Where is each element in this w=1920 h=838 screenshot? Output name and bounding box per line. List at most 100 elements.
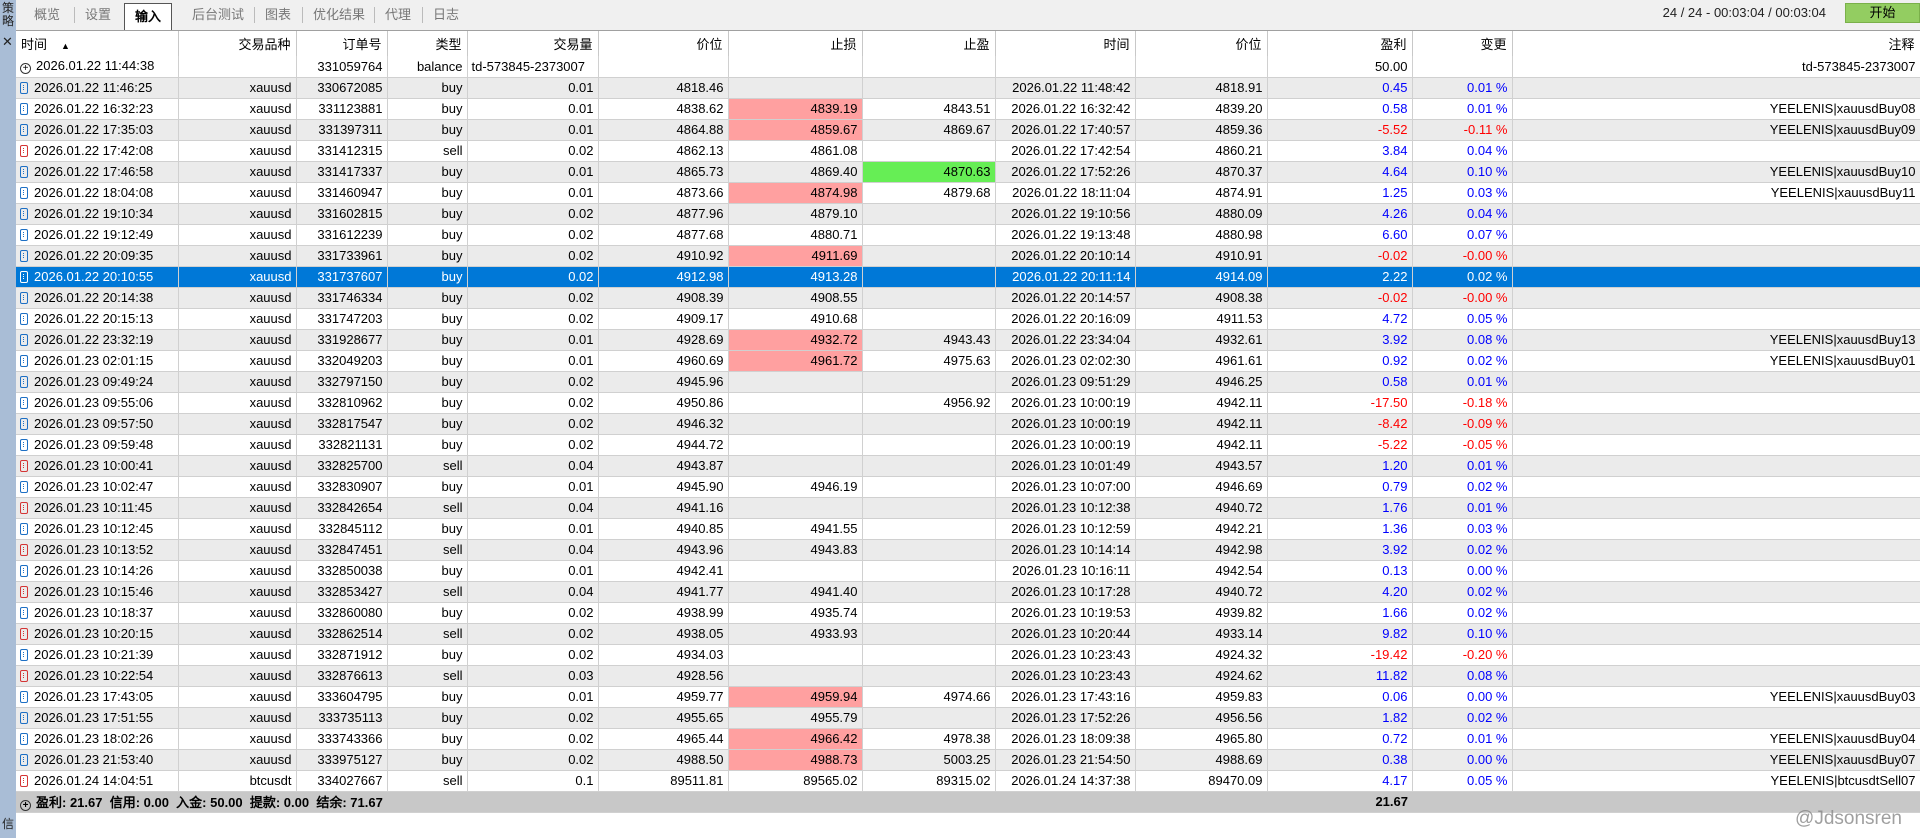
volume-cell: 0.04	[467, 581, 599, 603]
trade-row[interactable]: 2026.01.23 10:21:39 xauusd 332871912 buy 0.0…	[16, 644, 1920, 666]
expand-plus-icon[interactable]: +	[20, 800, 31, 811]
tab-6[interactable]: 代理	[374, 7, 421, 23]
trade-row[interactable]: 2026.01.23 02:01:15 xauusd 332049203 buy 0.0…	[16, 350, 1920, 372]
time-cell: 2026.01.23 10:12:45	[16, 518, 179, 540]
open-price-cell: 4877.68	[598, 224, 729, 246]
profit-cell: 0.92	[1267, 350, 1413, 372]
trade-row[interactable]: 2026.01.23 09:57:50 xauusd 332817547 buy 0.0…	[16, 413, 1920, 435]
close-price-cell: 4860.21	[1135, 140, 1268, 162]
trade-row[interactable]: 2026.01.23 09:49:24 xauusd 332797150 buy 0.0…	[16, 371, 1920, 393]
time-cell: 2026.01.22 17:42:08	[16, 140, 179, 162]
trade-row[interactable]: 2026.01.23 10:00:41 xauusd 332825700 sell 0.…	[16, 455, 1920, 477]
column-header-12[interactable]: 注释	[1512, 31, 1920, 56]
column-header-7[interactable]: 止盈	[862, 31, 996, 56]
profit-cell: 3.92	[1267, 539, 1413, 561]
buy-order-icon	[20, 124, 28, 136]
symbol-cell: xauusd	[178, 161, 297, 183]
change-cell: -0.05 %	[1412, 434, 1513, 456]
open-price-cell: 4959.77	[598, 686, 729, 708]
trade-row[interactable]: 2026.01.22 20:10:55 xauusd 331737607 buy 0.0…	[16, 266, 1920, 288]
trade-row[interactable]: 2026.01.23 10:14:26 xauusd 332850038 buy 0.0…	[16, 560, 1920, 582]
type-cell: sell	[387, 539, 468, 561]
comment-cell	[1512, 392, 1920, 414]
expand-plus-icon[interactable]: +	[20, 63, 31, 75]
column-header-3[interactable]: 类型	[387, 31, 468, 56]
tab-2[interactable]: 输入	[124, 3, 173, 30]
time-text: 2026.01.23 10:14:26	[34, 563, 154, 578]
symbol-cell: xauusd	[178, 98, 297, 120]
column-header-label: 止损	[830, 37, 857, 52]
close-time-cell: 2026.01.23 10:19:53	[995, 602, 1136, 624]
tab-4[interactable]: 图表	[254, 7, 301, 23]
change-cell: 0.03 %	[1412, 182, 1513, 204]
trade-row[interactable]: 2026.01.22 11:46:25 xauusd 330672085 buy 0.0…	[16, 77, 1920, 99]
trade-row[interactable]: 2026.01.23 21:53:40 xauusd 333975127 buy 0.0…	[16, 749, 1920, 771]
profit-cell: 4.20	[1267, 581, 1413, 603]
column-header-label: 时间	[1103, 37, 1130, 52]
close-icon[interactable]: ✕	[2, 34, 13, 50]
order-cell: 332830907	[296, 476, 388, 498]
column-header-4[interactable]: 交易量	[467, 31, 599, 56]
trade-row[interactable]: 2026.01.22 20:14:38 xauusd 331746334 buy 0.0…	[16, 287, 1920, 309]
column-header-11[interactable]: 变更	[1412, 31, 1513, 56]
trade-row[interactable]: 2026.01.23 10:13:52 xauusd 332847451 sell 0.…	[16, 539, 1920, 561]
trade-row[interactable]: 2026.01.22 17:46:58 xauusd 331417337 buy 0.0…	[16, 161, 1920, 183]
trade-row[interactable]: 2026.01.23 10:12:45 xauusd 332845112 buy 0.0…	[16, 518, 1920, 540]
column-header-5[interactable]: 价位	[598, 31, 729, 56]
trade-row[interactable]: 2026.01.22 19:10:34 xauusd 331602815 buy 0.0…	[16, 203, 1920, 225]
trade-row[interactable]: 2026.01.23 10:22:54 xauusd 332876613 sell 0.…	[16, 665, 1920, 687]
open-price-cell: 4864.88	[598, 119, 729, 141]
tab-7[interactable]: 日志	[422, 7, 469, 23]
tab-5[interactable]: 优化结果	[302, 7, 375, 23]
balance-row[interactable]: +2026.01.22 11:44:38 331059764 balance td-5…	[16, 56, 1920, 78]
volume-cell: 0.01	[467, 476, 599, 498]
time-text: 2026.01.23 09:57:50	[34, 416, 154, 431]
time-text: 2026.01.22 17:42:08	[34, 143, 154, 158]
take-profit-cell: 4943.43	[862, 329, 996, 351]
trade-row[interactable]: 2026.01.23 10:20:15 xauusd 332862514 sell 0.…	[16, 623, 1920, 645]
column-header-9[interactable]: 价位	[1135, 31, 1268, 56]
tab-3[interactable]: 后台测试	[182, 4, 254, 26]
column-header-0[interactable]: 时间 ▲	[16, 31, 179, 56]
trade-row[interactable]: 2026.01.22 20:09:35 xauusd 331733961 buy 0.0…	[16, 245, 1920, 267]
trade-row[interactable]: 2026.01.23 09:55:06 xauusd 332810962 buy 0.0…	[16, 392, 1920, 414]
column-header-8[interactable]: 时间	[995, 31, 1136, 56]
trade-row[interactable]: 2026.01.23 09:59:48 xauusd 332821131 buy 0.0…	[16, 434, 1920, 456]
symbol-cell: xauusd	[178, 539, 297, 561]
trade-row[interactable]: 2026.01.23 17:51:55 xauusd 333735113 buy 0.0…	[16, 707, 1920, 729]
buy-order-icon	[20, 481, 28, 493]
type-cell: buy	[387, 98, 468, 120]
trade-row[interactable]: 2026.01.23 10:18:37 xauusd 332860080 buy 0.0…	[16, 602, 1920, 624]
time-text: 2026.01.22 20:10:55	[34, 269, 154, 284]
tab-0[interactable]: 概览	[24, 4, 70, 26]
volume-cell: 0.01	[467, 686, 599, 708]
total-profit: 21.67	[1267, 791, 1412, 813]
trade-row[interactable]: 2026.01.23 18:02:26 xauusd 333743366 buy 0.0…	[16, 728, 1920, 750]
trade-row[interactable]: 2026.01.22 19:12:49 xauusd 331612239 buy 0.0…	[16, 224, 1920, 246]
close-time-cell: 2026.01.23 09:51:29	[995, 371, 1136, 393]
trade-row[interactable]: 2026.01.22 16:32:23 xauusd 331123881 buy 0.0…	[16, 98, 1920, 120]
trade-row[interactable]: 2026.01.23 17:43:05 xauusd 333604795 buy 0.0…	[16, 686, 1920, 708]
trade-row[interactable]: 2026.01.22 23:32:19 xauusd 331928677 buy 0.0…	[16, 329, 1920, 351]
comment-cell: YEELENIS|xauusdBuy09	[1512, 119, 1920, 141]
start-button[interactable]: 开始	[1845, 3, 1920, 23]
column-header-10[interactable]: 盈利	[1267, 31, 1413, 56]
trade-row[interactable]: 2026.01.22 18:04:08 xauusd 331460947 buy 0.0…	[16, 182, 1920, 204]
close-time-cell: 2026.01.22 20:14:57	[995, 287, 1136, 309]
take-profit-cell	[862, 77, 996, 99]
trade-row[interactable]: 2026.01.22 20:15:13 xauusd 331747203 buy 0.0…	[16, 308, 1920, 330]
time-text: 2026.01.23 17:51:55	[34, 710, 154, 725]
trade-row[interactable]: 2026.01.22 17:35:03 xauusd 331397311 buy 0.0…	[16, 119, 1920, 141]
tab-1[interactable]: 设置	[74, 7, 121, 23]
stop-loss-cell: 4959.94	[728, 686, 863, 708]
column-header-1[interactable]: 交易品种	[178, 31, 297, 56]
trade-row[interactable]: 2026.01.23 10:02:47 xauusd 332830907 buy 0.0…	[16, 476, 1920, 498]
column-header-6[interactable]: 止损	[728, 31, 863, 56]
trade-row[interactable]: 2026.01.22 17:42:08 xauusd 331412315 sell 0.…	[16, 140, 1920, 162]
time-cell: 2026.01.22 11:46:25	[16, 77, 179, 99]
trade-row[interactable]: 2026.01.23 10:11:45 xauusd 332842654 sell 0.…	[16, 497, 1920, 519]
column-header-2[interactable]: 订单号	[296, 31, 388, 56]
trade-row[interactable]: 2026.01.23 10:15:46 xauusd 332853427 sell 0.…	[16, 581, 1920, 603]
profit-cell: -5.22	[1267, 434, 1413, 456]
trade-row[interactable]: 2026.01.24 14:04:51 btcusdt 334027667 sell 0…	[16, 770, 1920, 792]
